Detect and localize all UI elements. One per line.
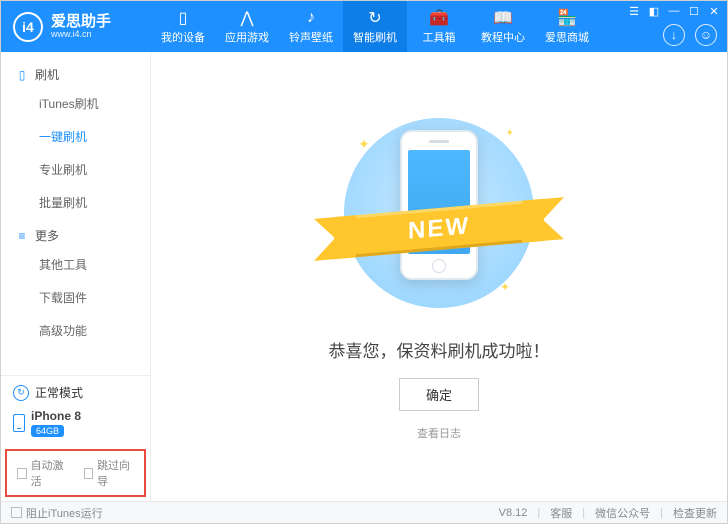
flash-group-icon: ▯ [15,68,29,82]
view-log-link[interactable]: 查看日志 [417,425,461,441]
toolbox-icon: 🧰 [429,9,449,27]
user-icon[interactable]: ☺ [695,24,717,46]
checkbox-icon [11,507,22,518]
sidebar-item-pro-flash[interactable]: 专业刷机 [1,153,150,186]
store-icon: 🏪 [557,9,577,27]
brand-name: 爱思助手 [51,14,111,29]
block-itunes-checkbox[interactable]: 阻止iTunes运行 [11,505,103,521]
check-label: 阻止iTunes运行 [26,505,103,521]
group-title: 更多 [35,227,59,244]
device-icon [13,414,25,432]
nav-media[interactable]: ♪ 铃声壁纸 [279,1,343,52]
user-icons: ↓ ☺ [663,24,717,46]
separator: | [660,507,663,519]
nav-label: 铃声壁纸 [289,29,333,45]
check-label: 自动激活 [31,457,68,489]
sidebar-item-batch-flash[interactable]: 批量刷机 [1,186,150,219]
brand-url: www.i4.cn [51,29,111,39]
skip-wizard-checkbox[interactable]: 跳过向导 [84,457,135,489]
ok-button[interactable]: 确定 [399,378,479,411]
separator: | [582,507,585,519]
sidebar: ▯ 刷机 iTunes刷机 一键刷机 专业刷机 批量刷机 ≡ 更多 其他工具 下… [1,52,151,501]
auto-activate-checkbox[interactable]: 自动激活 [17,457,68,489]
nav-label: 应用游戏 [225,29,269,45]
star-icon: ✦ [506,128,514,139]
window-controls: ☰ ◧ — ☐ ✕ [627,5,721,18]
nav-label: 工具箱 [423,29,456,45]
nav-label: 爱思商城 [545,29,589,45]
sidebar-group-more: ≡ 更多 [1,219,150,248]
sidebar-bottom: ↻ 正常模式 iPhone 8 64GB 自动激活 跳过向导 [1,375,150,501]
content: ✦ ✦ ✦ ✦ NEW 恭喜您，保资料刷机成功啦！ 确定 查看日志 [151,52,727,501]
nav-tutorials[interactable]: 📖 教程中心 [471,1,535,52]
star-icon: ✦ [500,280,510,294]
mode-label: 正常模式 [35,384,83,401]
brand: 爱思助手 www.i4.cn [51,14,111,39]
sidebar-group-flash: ▯ 刷机 [1,58,150,87]
update-link[interactable]: 检查更新 [673,505,717,521]
music-icon: ♪ [307,9,315,27]
statusbar-right: V8.12 | 客服 | 微信公众号 | 检查更新 [499,505,717,521]
nav-flash[interactable]: ↻ 智能刷机 [343,1,407,52]
nav-store[interactable]: 🏪 爱思商城 [535,1,599,52]
close-icon[interactable]: ✕ [707,5,721,18]
phone-icon: ▯ [179,9,188,27]
star-icon: ✦ [358,136,370,153]
skin-icon[interactable]: ◧ [647,5,661,18]
support-link[interactable]: 客服 [550,505,572,521]
nav-label: 教程中心 [481,29,525,45]
nav-label: 我的设备 [161,29,205,45]
nav-apps[interactable]: ⋀ 应用游戏 [215,1,279,52]
nav-my-device[interactable]: ▯ 我的设备 [151,1,215,52]
group-title: 刷机 [35,66,59,83]
device-storage: 64GB [31,425,64,437]
nav-label: 智能刷机 [353,29,397,45]
statusbar: 阻止iTunes运行 V8.12 | 客服 | 微信公众号 | 检查更新 [1,501,727,523]
sidebar-item-oneclick-flash[interactable]: 一键刷机 [1,120,150,153]
highlighted-checkboxes: 自动激活 跳过向导 [5,449,146,497]
checkbox-icon [17,468,27,479]
main: ▯ 刷机 iTunes刷机 一键刷机 专业刷机 批量刷机 ≡ 更多 其他工具 下… [1,52,727,501]
more-group-icon: ≡ [15,229,29,243]
apps-icon: ⋀ [240,9,253,27]
device-info: iPhone 8 64GB [31,409,81,437]
book-icon: 📖 [493,9,513,27]
wechat-link[interactable]: 微信公众号 [595,505,650,521]
device-row[interactable]: iPhone 8 64GB [1,409,150,445]
menu-icon[interactable]: ☰ [627,5,641,18]
version-label: V8.12 [499,507,528,519]
mode-icon: ↻ [13,385,29,401]
check-label: 跳过向导 [97,457,134,489]
statusbar-left: 阻止iTunes运行 [11,505,499,521]
maximize-icon[interactable]: ☐ [687,5,701,18]
flash-icon: ↻ [368,9,381,27]
logo-wrap: i4 爱思助手 www.i4.cn [1,12,151,42]
logo-icon: i4 [13,12,43,42]
minimize-icon[interactable]: — [667,5,681,18]
titlebar: i4 爱思助手 www.i4.cn ▯ 我的设备 ⋀ 应用游戏 ♪ 铃声壁纸 ↻… [1,1,727,52]
device-name: iPhone 8 [31,409,81,423]
illustration: ✦ ✦ ✦ ✦ NEW [329,113,549,313]
success-message: 恭喜您，保资料刷机成功啦！ [329,337,550,362]
sidebar-item-download-firmware[interactable]: 下载固件 [1,281,150,314]
sidebar-item-itunes-flash[interactable]: iTunes刷机 [1,87,150,120]
mode-row[interactable]: ↻ 正常模式 [1,376,150,409]
sidebar-item-other-tools[interactable]: 其他工具 [1,248,150,281]
sidebar-scroll: ▯ 刷机 iTunes刷机 一键刷机 专业刷机 批量刷机 ≡ 更多 其他工具 下… [1,52,150,375]
phone-illustration [400,130,478,280]
download-icon[interactable]: ↓ [663,24,685,46]
nav-tools[interactable]: 🧰 工具箱 [407,1,471,52]
checkbox-icon [84,468,94,479]
sidebar-item-advanced[interactable]: 高级功能 [1,314,150,347]
separator: | [537,507,540,519]
